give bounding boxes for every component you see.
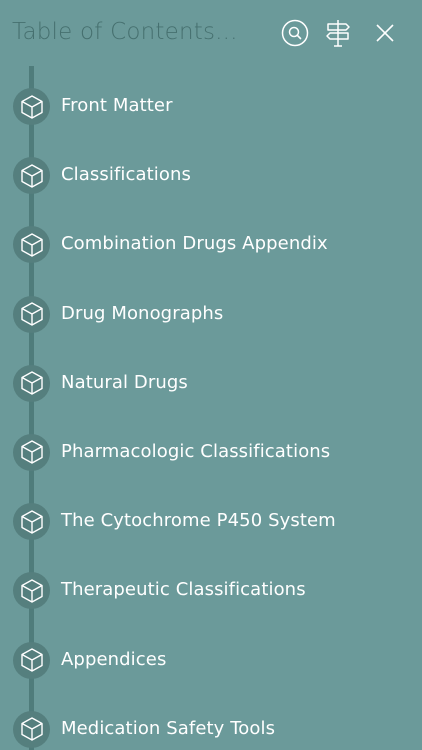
toc-node xyxy=(13,295,50,333)
toc-item[interactable]: Appendices xyxy=(0,625,422,694)
toc-node xyxy=(13,157,50,195)
search-icon xyxy=(281,19,309,47)
toc-item[interactable]: Natural Drugs xyxy=(0,348,422,417)
close-button[interactable] xyxy=(370,18,400,48)
cube-icon xyxy=(19,163,45,189)
cube-icon xyxy=(19,647,45,673)
cube-icon xyxy=(19,716,45,742)
cube-icon xyxy=(19,578,45,604)
header: Table of Contents... xyxy=(0,0,422,66)
toc-item[interactable]: Front Matter xyxy=(0,71,422,140)
toc-item-label: Medication Safety Tools xyxy=(61,717,276,739)
signpost-button[interactable] xyxy=(323,18,353,48)
toc-item[interactable]: The Cytochrome P450 System xyxy=(0,486,422,555)
toc-item[interactable]: Medication Safety Tools xyxy=(0,694,422,750)
toc-item[interactable]: Pharmacologic Classifications xyxy=(0,417,422,486)
toc-item-label: Combination Drugs Appendix xyxy=(61,233,328,255)
table-of-contents-screen: Table of Contents... Front Matter Classi… xyxy=(0,0,422,750)
toc-node xyxy=(13,710,50,748)
toc-item[interactable]: Classifications xyxy=(0,140,422,209)
search-button[interactable] xyxy=(280,18,310,48)
cube-icon xyxy=(19,232,45,258)
close-icon xyxy=(374,22,396,44)
cube-icon xyxy=(19,94,45,120)
toc-item[interactable]: Therapeutic Classifications xyxy=(0,555,422,624)
toc-item-label: Classifications xyxy=(61,164,191,186)
page-title: Table of Contents... xyxy=(12,19,238,45)
toc-node xyxy=(13,433,50,471)
toc-node xyxy=(13,364,50,402)
toc-item-label: Therapeutic Classifications xyxy=(61,579,306,601)
toc-node xyxy=(13,88,50,125)
toc-node xyxy=(13,641,50,679)
signpost-icon xyxy=(324,18,352,48)
toc-item-label: The Cytochrome P450 System xyxy=(61,510,336,532)
toc-list: Front Matter Classifications Combination… xyxy=(0,71,422,750)
toc-item-label: Pharmacologic Classifications xyxy=(61,440,331,462)
cube-icon xyxy=(19,439,45,465)
toc-item[interactable]: Drug Monographs xyxy=(0,279,422,348)
toc-item[interactable]: Combination Drugs Appendix xyxy=(0,209,422,278)
toc-node xyxy=(13,572,50,610)
toc-item-label: Appendices xyxy=(61,648,167,670)
toc-node xyxy=(13,226,50,264)
toc-node xyxy=(13,503,50,541)
toc-item-label: Front Matter xyxy=(61,95,173,116)
toc-item-label: Drug Monographs xyxy=(61,302,224,324)
cube-icon xyxy=(19,370,45,396)
cube-icon xyxy=(19,509,45,535)
toc-item-label: Natural Drugs xyxy=(61,371,188,393)
cube-icon xyxy=(19,301,45,327)
